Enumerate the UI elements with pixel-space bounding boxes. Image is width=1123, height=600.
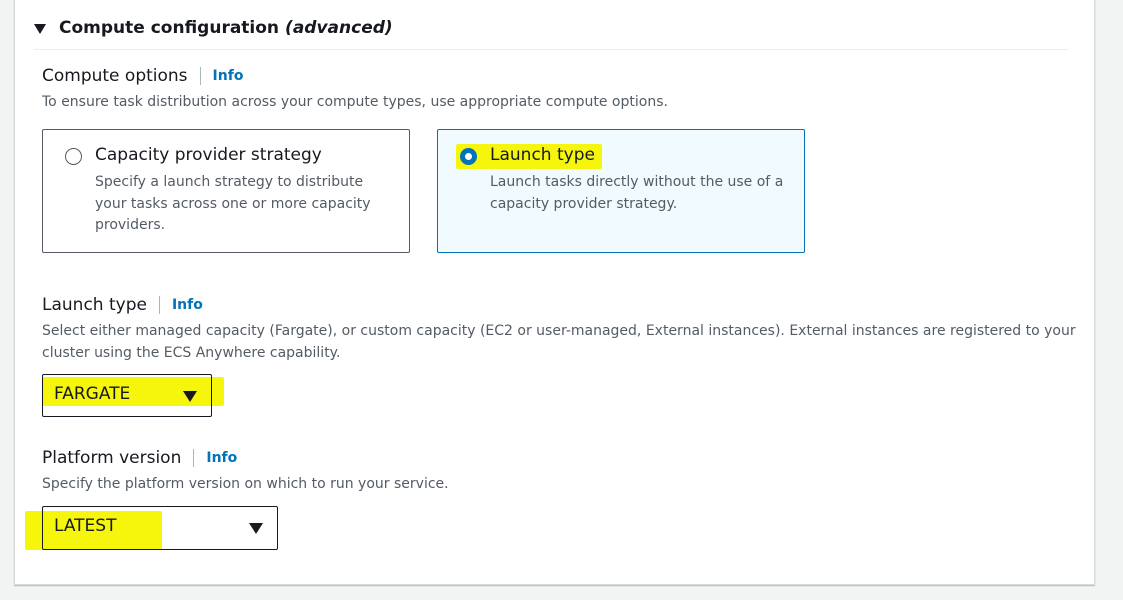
platform-version-description: Specify the platform version on which to…: [42, 476, 449, 492]
radio-checked-icon[interactable]: [460, 148, 477, 165]
compute-configuration-toggle[interactable]: Compute configuration (advanced): [34, 18, 393, 38]
tile-description: Specify a launch strategy to distribute …: [95, 174, 371, 233]
launch-type-description: Select either managed capacity (Fargate)…: [42, 323, 1076, 361]
compute-options-label: Compute options Info: [42, 66, 243, 86]
caret-down-icon: [183, 391, 197, 402]
launch-type-label: Launch type Info: [42, 295, 203, 315]
compute-options-label-text: Compute options: [42, 66, 188, 86]
platform-version-label: Platform version Info: [42, 448, 237, 468]
platform-version-label-text: Platform version: [42, 448, 182, 468]
launch-type-info-link[interactable]: Info: [158, 296, 203, 314]
caret-down-icon: [249, 523, 263, 534]
header-divider: [34, 49, 1068, 50]
compute-options-info-link[interactable]: Info: [199, 67, 243, 85]
tile-launch-type[interactable]: Launch type Launch tasks directly withou…: [437, 129, 805, 253]
radio-unchecked-icon[interactable]: [65, 148, 82, 165]
tile-capacity-provider-strategy[interactable]: Capacity provider strategy Specify a lau…: [42, 129, 410, 253]
platform-version-info-link[interactable]: Info: [193, 449, 237, 467]
platform-version-select-value: LATEST: [54, 516, 117, 536]
tile-title: Capacity provider strategy: [95, 145, 322, 165]
platform-version-select[interactable]: LATEST: [42, 506, 278, 550]
compute-configuration-panel: [14, 0, 1095, 585]
tile-title: Launch type: [490, 145, 595, 165]
caret-down-icon: [34, 24, 46, 34]
compute-options-description: To ensure task distribution across your …: [42, 94, 668, 110]
launch-type-select-value: FARGATE: [54, 384, 131, 404]
tile-description: Launch tasks directly without the use of…: [490, 174, 784, 212]
launch-type-select[interactable]: FARGATE: [42, 374, 212, 417]
section-title: Compute configuration: [59, 18, 280, 38]
launch-type-label-text: Launch type: [42, 295, 147, 315]
page: Compute configuration (advanced) Compute…: [0, 0, 1123, 600]
section-title-suffix: (advanced): [285, 18, 393, 38]
